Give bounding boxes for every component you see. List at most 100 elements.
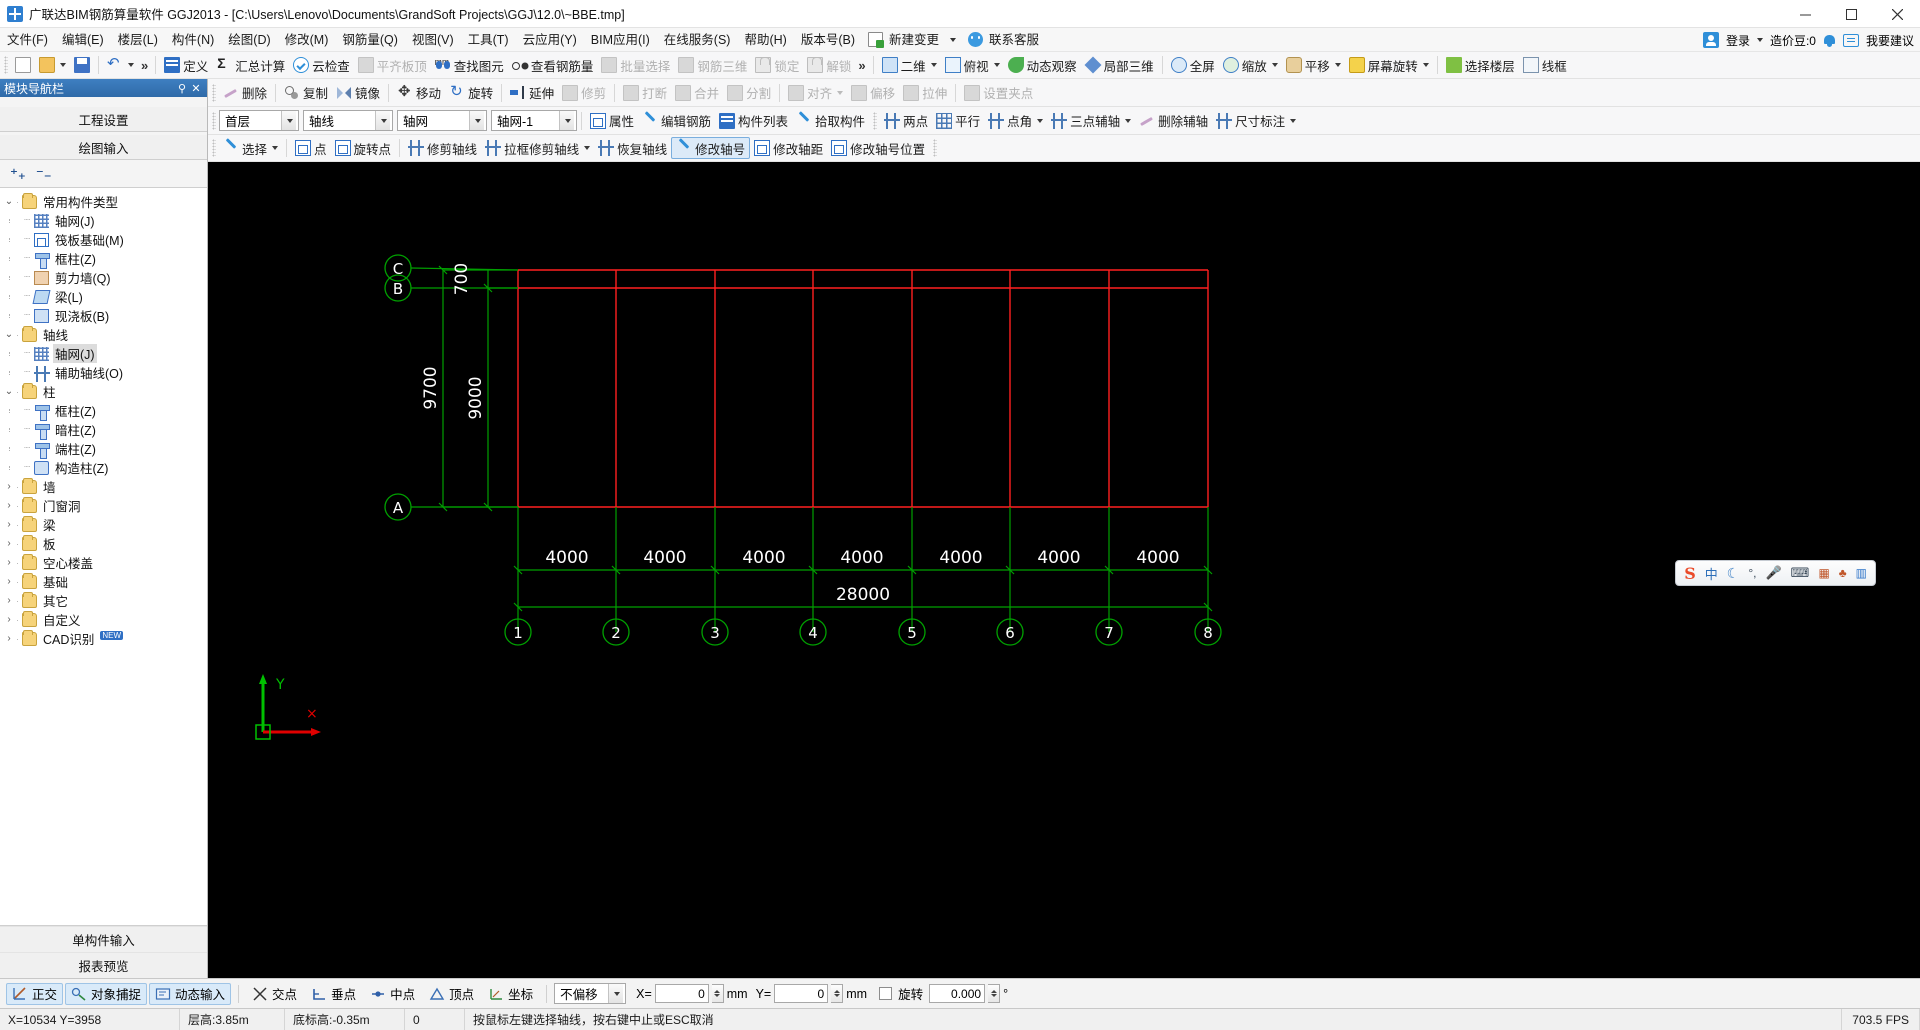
select-tool-dropdown-icon[interactable] bbox=[272, 146, 279, 150]
coordinate-snap-button[interactable]: 坐标 bbox=[482, 983, 539, 1005]
summary-calc-button[interactable]: 汇总计算 bbox=[212, 54, 289, 76]
mirror-button[interactable]: 镜像 bbox=[332, 82, 384, 104]
collapse-all-icon[interactable]: ⁻₋ bbox=[36, 167, 52, 182]
contact-service-button[interactable]: 联系客服 bbox=[987, 30, 1046, 50]
tree-item-其它[interactable]: › · 其它 bbox=[0, 591, 207, 610]
y-offset-spinner[interactable] bbox=[831, 984, 844, 1003]
tree-item-空心楼盖[interactable]: › · 空心楼盖 bbox=[0, 553, 207, 572]
rotate-button[interactable]: 旋转 bbox=[445, 82, 497, 104]
component-select[interactable]: 轴网-1 bbox=[491, 110, 577, 131]
move-button[interactable]: 移动 bbox=[393, 82, 445, 104]
tree-item-常用构件类型[interactable]: ⌄ · 常用构件类型 bbox=[0, 192, 207, 211]
point-angle-button[interactable]: 点角 bbox=[984, 110, 1047, 132]
rotate-input[interactable] bbox=[929, 984, 986, 1003]
pick-component-button[interactable]: 拾取构件 bbox=[792, 110, 869, 132]
tree-item-柱[interactable]: ⌄ · 柱 bbox=[0, 382, 207, 401]
tree-item-辅助轴线o[interactable]: ┈ 辅助轴线(O) bbox=[0, 363, 207, 382]
toolbar-grip[interactable] bbox=[212, 83, 216, 102]
open-file-button[interactable] bbox=[35, 54, 70, 76]
toolbar-grip[interactable] bbox=[873, 111, 878, 130]
component-list-button[interactable]: 构件列表 bbox=[715, 110, 792, 132]
ime-moon-icon[interactable]: ☾ bbox=[1727, 565, 1740, 582]
tree-item-筏板基础m[interactable]: ┈ 筏板基础(M) bbox=[0, 230, 207, 249]
offset-select-arrow-icon[interactable] bbox=[608, 984, 624, 1003]
vertex-snap-button[interactable]: 顶点 bbox=[423, 983, 480, 1005]
three-point-aux-button[interactable]: 三点辅轴 bbox=[1047, 110, 1135, 132]
menu-view[interactable]: 视图(V) bbox=[405, 30, 461, 50]
tree-expand-icon[interactable]: › bbox=[2, 557, 16, 568]
tree-item-端柱z[interactable]: ┈ 端柱(Z) bbox=[0, 439, 207, 459]
tree-expand-icon[interactable]: › bbox=[2, 633, 16, 644]
toolbar-grip[interactable] bbox=[933, 139, 938, 157]
select-tool-button[interactable]: 选择 bbox=[219, 137, 282, 159]
tree-expand-icon[interactable]: › bbox=[2, 538, 16, 549]
menu-file[interactable]: 文件(F) bbox=[0, 30, 55, 50]
tree-item-门窗洞[interactable]: › · 门窗洞 bbox=[0, 496, 207, 515]
edit-axis-number-button[interactable]: 修改轴号 bbox=[671, 137, 751, 159]
top-view-button[interactable]: 俯视 bbox=[941, 54, 1004, 76]
undo-button[interactable] bbox=[103, 54, 138, 76]
delete-button[interactable]: 删除 bbox=[219, 82, 271, 104]
tree-item-框柱z[interactable]: ┈ 框柱(Z) bbox=[0, 249, 207, 269]
rotate-checkbox[interactable] bbox=[879, 987, 893, 1000]
drawing-canvas[interactable]: C B A 1 2 3 4 5 6 7 8 4000 4000 4000 400… bbox=[208, 162, 1920, 978]
tree-item-轴线[interactable]: ⌄ · 轴线 bbox=[0, 325, 207, 344]
edit-axis-spacing-button[interactable]: 修改轴距 bbox=[750, 137, 827, 159]
tree-item-剪力墙q[interactable]: ┈ 剪力墙(Q) bbox=[0, 268, 207, 287]
tree-collapse-icon[interactable]: ⌄ bbox=[2, 196, 16, 207]
three-point-aux-dropdown-icon[interactable] bbox=[1125, 118, 1132, 123]
x-offset-spinner[interactable] bbox=[711, 984, 724, 1003]
toolbar-grip[interactable] bbox=[212, 139, 216, 157]
zoom-button[interactable]: 缩放 bbox=[1219, 54, 1282, 76]
login-dropdown-icon[interactable] bbox=[1756, 38, 1763, 42]
parallel-button[interactable]: 平行 bbox=[932, 110, 984, 132]
midpoint-snap-button[interactable]: 中点 bbox=[364, 983, 421, 1005]
tree-item-cad识别[interactable]: › · CAD识别 NEW bbox=[0, 629, 207, 648]
tree-expand-icon[interactable]: › bbox=[2, 519, 16, 530]
wireframe-button[interactable]: 线框 bbox=[1519, 54, 1571, 76]
screen-rotate-dropdown-icon[interactable] bbox=[1422, 63, 1429, 67]
tree-item-框柱z[interactable]: ┈ 框柱(Z) bbox=[0, 401, 207, 421]
expand-all-icon[interactable]: ⁺₊ bbox=[10, 167, 26, 182]
delete-aux-button[interactable]: 删除辅轴 bbox=[1135, 110, 1212, 132]
new-file-button[interactable] bbox=[11, 54, 35, 76]
fullscreen-button[interactable]: 全屏 bbox=[1167, 54, 1219, 76]
component-select-arrow-icon[interactable] bbox=[559, 111, 574, 130]
sidebar-button-single-component-input[interactable]: 单构件输入 bbox=[0, 926, 207, 952]
tree-item-现浇板b[interactable]: ┈ 现浇板(B) bbox=[0, 306, 207, 325]
sidebar-close-icon[interactable]: ✕ bbox=[189, 82, 203, 95]
tree-item-梁[interactable]: › · 梁 bbox=[0, 515, 207, 534]
menu-modify[interactable]: 修改(M) bbox=[278, 30, 336, 50]
tree-expand-icon[interactable]: › bbox=[2, 595, 16, 606]
top-view-dropdown-icon[interactable] bbox=[993, 63, 1000, 67]
category-select-arrow-icon[interactable] bbox=[375, 111, 390, 130]
ime-toolbar[interactable]: S 中 ☾ °, 🎤 ⌨ ▦ ♣ ▥ bbox=[1675, 560, 1876, 586]
new-change-dropdown-icon[interactable] bbox=[950, 37, 957, 42]
pan-button[interactable]: 平移 bbox=[1282, 54, 1345, 76]
properties-button[interactable]: 属性 bbox=[586, 110, 638, 132]
toolbar-grip[interactable] bbox=[212, 111, 216, 130]
perpendicular-snap-button[interactable]: 垂点 bbox=[305, 983, 362, 1005]
component-type-select-arrow-icon[interactable] bbox=[469, 111, 484, 130]
dimension-button[interactable]: 尺寸标注 bbox=[1212, 110, 1300, 132]
pan-dropdown-icon[interactable] bbox=[1334, 63, 1341, 67]
tree-item-轴网j[interactable]: ┈ 轴网(J) bbox=[0, 344, 207, 363]
ime-toolbox-icon[interactable]: ▦ bbox=[1818, 566, 1829, 580]
select-floor-button[interactable]: 选择楼层 bbox=[1442, 54, 1519, 76]
trim-axis-button[interactable]: 修剪轴线 bbox=[404, 137, 481, 159]
point-angle-dropdown-icon[interactable] bbox=[1037, 118, 1044, 123]
dynamic-input-toggle[interactable]: 动态输入 bbox=[149, 982, 232, 1005]
rotate-point-button[interactable]: 旋转点 bbox=[331, 137, 396, 159]
ime-skin-icon[interactable]: ♣ bbox=[1839, 566, 1847, 580]
pin-icon[interactable]: ⚲ bbox=[175, 82, 189, 95]
tree-expand-icon[interactable]: › bbox=[2, 576, 16, 587]
component-type-select[interactable]: 轴网 bbox=[397, 110, 487, 131]
tree-collapse-icon[interactable]: ⌄ bbox=[2, 329, 16, 340]
menu-bim[interactable]: BIM应用(I) bbox=[584, 30, 657, 50]
menu-draw[interactable]: 绘图(D) bbox=[221, 30, 277, 50]
zoom-dropdown-icon[interactable] bbox=[1271, 63, 1278, 67]
object-snap-toggle[interactable]: 对象捕捉 bbox=[65, 982, 148, 1005]
ime-mic-icon[interactable]: 🎤 bbox=[1765, 565, 1781, 581]
ime-apps-icon[interactable]: ▥ bbox=[1856, 566, 1867, 580]
ime-mode-button[interactable]: 中 bbox=[1705, 564, 1718, 583]
